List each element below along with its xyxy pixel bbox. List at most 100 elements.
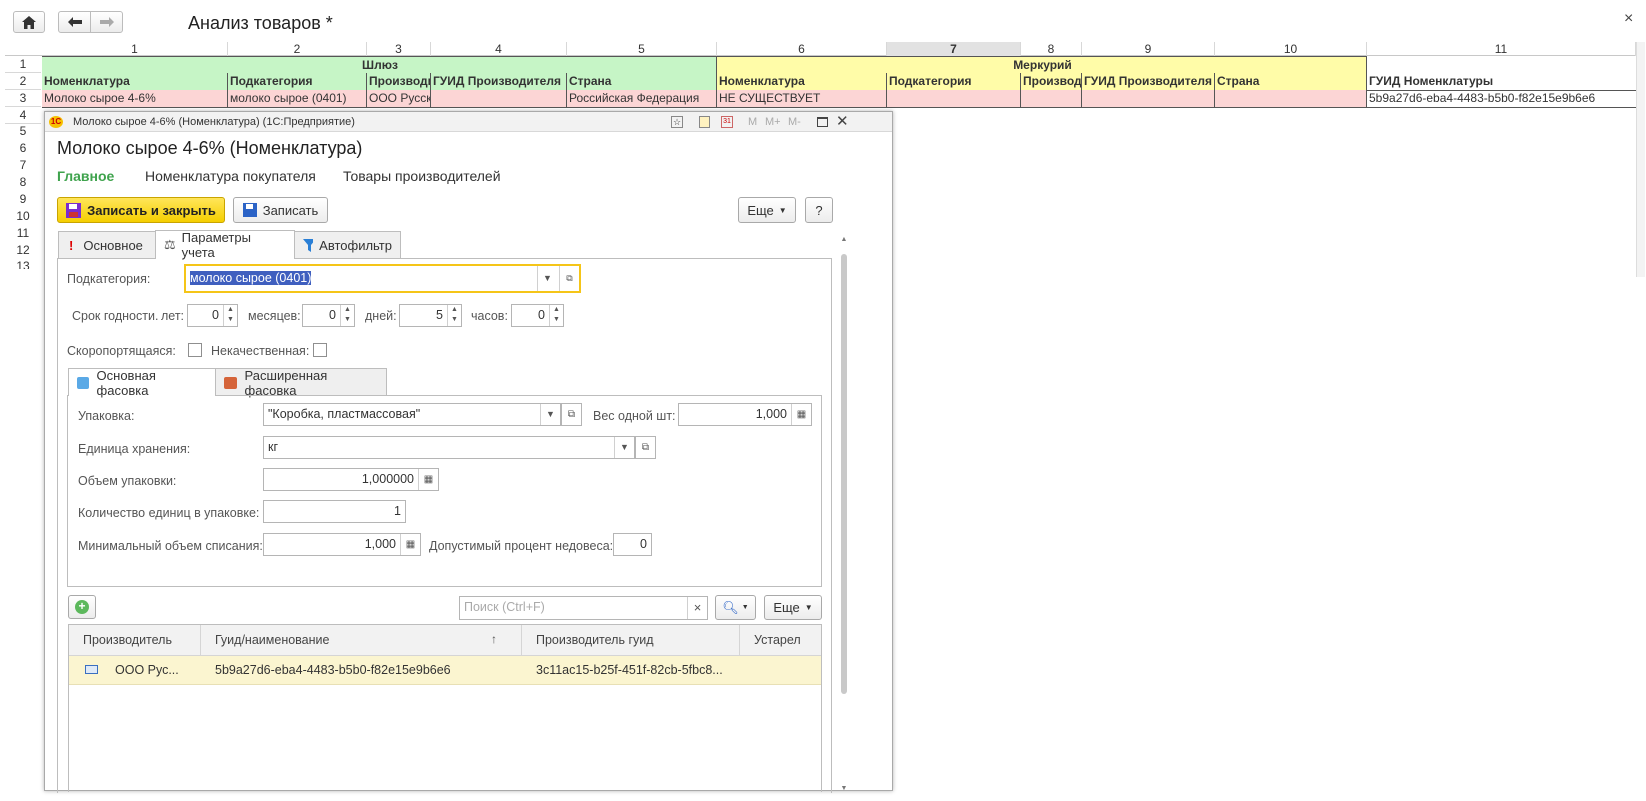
sheet-scrollbar[interactable]: [1636, 42, 1645, 277]
row-header-11[interactable]: 11: [5, 226, 41, 240]
data-cell[interactable]: Молоко сырое 4-6%: [42, 90, 228, 108]
header-cell[interactable]: Страна: [1215, 73, 1367, 91]
col-header-10[interactable]: 10: [1215, 42, 1367, 56]
tab-accounting-params[interactable]: ⚖ Параметры учета: [155, 230, 295, 260]
data-cell[interactable]: [1215, 90, 1367, 108]
allowed-underweight-input[interactable]: 0: [613, 533, 652, 556]
scroll-up-icon[interactable]: ▲: [839, 236, 849, 243]
row-header-1[interactable]: 1: [5, 56, 41, 73]
spinner-icon[interactable]: ▲ ▼: [340, 305, 354, 326]
group-header-gateway[interactable]: Шлюз: [42, 56, 717, 74]
maximize-icon[interactable]: [817, 117, 828, 127]
col-header-7[interactable]: 7: [887, 42, 1021, 56]
tab-basic-packing[interactable]: Основная фасовка: [68, 368, 216, 398]
subcategory-input[interactable]: молоко сырое (0401) ▼ ⧉: [184, 264, 581, 293]
spinner-icon[interactable]: ▲ ▼: [447, 305, 461, 326]
memory-button[interactable]: M: [748, 112, 757, 132]
col-header-6[interactable]: 6: [717, 42, 887, 56]
col-producer[interactable]: Производитель: [69, 625, 201, 656]
header-cell[interactable]: Страна: [567, 73, 717, 91]
spinner-icon[interactable]: ▲ ▼: [223, 305, 237, 326]
packaging-input[interactable]: "Коробка, пластмассовая" ▼: [263, 403, 561, 426]
header-cell[interactable]: Подкатегория: [887, 73, 1021, 91]
search-button[interactable]: 🔍︎ ▼: [715, 595, 756, 620]
row-header-8[interactable]: 8: [5, 175, 41, 189]
chevron-down-icon[interactable]: ▼: [614, 437, 634, 458]
home-button[interactable]: [13, 11, 45, 33]
more-button[interactable]: Еще ▼: [738, 197, 796, 223]
search-input[interactable]: Поиск (Ctrl+F) ×: [459, 596, 708, 620]
calculator-icon[interactable]: ▦: [791, 404, 811, 425]
grid-more-button[interactable]: Еще ▼: [764, 595, 822, 620]
perishable-checkbox[interactable]: [188, 343, 202, 357]
min-writeoff-input[interactable]: 1,000 ▦: [263, 533, 421, 556]
header-cell[interactable]: Номенклатура: [717, 73, 887, 91]
nav-producer-goods[interactable]: Товары производителей: [343, 168, 501, 184]
col-header-5[interactable]: 5: [567, 42, 717, 56]
scroll-down-icon[interactable]: ▼: [839, 785, 849, 792]
storage-unit-open-icon[interactable]: ⧉: [635, 436, 656, 459]
row-header-10[interactable]: 10: [5, 209, 41, 223]
col-header-2[interactable]: 2: [228, 42, 367, 56]
add-button[interactable]: +: [68, 595, 96, 619]
group-header-mercury[interactable]: Меркурий: [717, 56, 1367, 74]
units-in-pack-input[interactable]: 1: [263, 500, 406, 523]
col-header-1[interactable]: 1: [42, 42, 228, 56]
data-cell[interactable]: [1021, 90, 1082, 108]
months-field[interactable]: 0 ▲ ▼: [302, 304, 355, 327]
nav-buyer-items[interactable]: Номенклатура покупателя: [145, 168, 316, 184]
calculator-icon[interactable]: ▦: [400, 534, 420, 555]
spinner-icon[interactable]: ▲ ▼: [549, 305, 563, 326]
scroll-thumb[interactable]: [841, 254, 847, 694]
weight-one-input[interactable]: 1,000 ▦: [678, 403, 812, 426]
memory-plus-button[interactable]: M+: [765, 112, 781, 132]
row-header-12[interactable]: 12: [5, 243, 41, 257]
tab-extended-packing[interactable]: Расширенная фасовка: [215, 368, 387, 398]
help-button[interactable]: ?: [805, 197, 833, 223]
favorite-icon[interactable]: ☆: [671, 116, 683, 128]
header-cell[interactable]: Производитель: [1021, 73, 1082, 91]
hours-field[interactable]: 0 ▲ ▼: [511, 304, 564, 327]
col-header-4[interactable]: 4: [431, 42, 567, 56]
col-guid-name[interactable]: Гуид/наименование: [201, 625, 522, 656]
row-header-13[interactable]: 13: [5, 260, 41, 269]
chevron-down-icon[interactable]: ▼: [537, 266, 557, 291]
calendar-icon[interactable]: 31: [721, 116, 733, 128]
data-cell[interactable]: [887, 90, 1021, 108]
tab-basic[interactable]: ! Основное: [58, 231, 166, 259]
clear-search-icon[interactable]: ×: [687, 597, 707, 619]
row-header-7[interactable]: 7: [5, 158, 41, 172]
days-field[interactable]: 5 ▲ ▼: [399, 304, 462, 327]
memory-minus-button[interactable]: M-: [788, 112, 801, 132]
data-cell[interactable]: [431, 90, 567, 108]
packaging-open-icon[interactable]: ⧉: [561, 403, 582, 426]
row-header-6[interactable]: 6: [5, 141, 41, 155]
row-header-5[interactable]: 5: [5, 124, 41, 138]
col-header-3[interactable]: 3: [367, 42, 431, 56]
storage-unit-input[interactable]: кг ▼: [263, 436, 635, 459]
pack-volume-input[interactable]: 1,000000 ▦: [263, 468, 439, 491]
data-cell[interactable]: ООО Русское молоко: [367, 90, 431, 108]
forward-button[interactable]: [90, 11, 123, 33]
row-header-2[interactable]: 2: [5, 73, 41, 90]
header-cell[interactable]: ГУИД Производителя: [1082, 73, 1215, 91]
header-cell[interactable]: Подкатегория: [228, 73, 367, 91]
close-icon[interactable]: ×: [1624, 10, 1633, 28]
col-producer-guid[interactable]: Производитель гуид: [522, 625, 740, 656]
header-cell[interactable]: ГУИД Номенклатуры: [1367, 73, 1636, 91]
data-cell[interactable]: [1082, 90, 1215, 108]
low-quality-checkbox[interactable]: [313, 343, 327, 357]
save-and-close-button[interactable]: Записать и закрыть: [57, 197, 225, 223]
calculator-icon[interactable]: ▦: [418, 469, 438, 490]
row-header-3[interactable]: 3: [5, 90, 41, 107]
tab-autofilter[interactable]: Автофильтр: [294, 231, 401, 259]
row-header-9[interactable]: 9: [5, 192, 41, 206]
back-button[interactable]: [58, 11, 91, 33]
open-icon[interactable]: ⧉: [559, 266, 579, 291]
data-cell[interactable]: НЕ СУЩЕСТВУЕТ: [717, 90, 887, 108]
data-cell[interactable]: молоко сырое (0401): [228, 90, 367, 108]
years-field[interactable]: 0 ▲ ▼: [187, 304, 238, 327]
save-button[interactable]: Записать: [233, 197, 328, 223]
chevron-down-icon[interactable]: ▼: [540, 404, 560, 425]
col-header-9[interactable]: 9: [1082, 42, 1215, 56]
